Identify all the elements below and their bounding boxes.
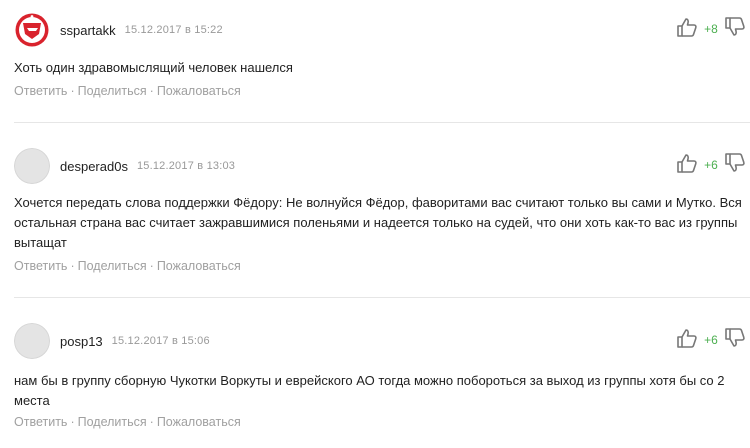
separator: ·	[149, 84, 154, 98]
report-link[interactable]: Пожаловаться	[157, 415, 241, 429]
comments-list: sspartakk 15.12.2017 в 15:22 +8 Хоть оди…	[0, 0, 750, 448]
comment-actions: Ответить · Поделиться · Пожаловаться	[14, 415, 241, 429]
username[interactable]: desperad0s	[60, 159, 128, 174]
share-link[interactable]: Поделиться	[78, 259, 147, 273]
default-avatar-icon[interactable]	[14, 323, 50, 359]
share-link[interactable]: Поделиться	[78, 415, 147, 429]
separator: ·	[70, 84, 75, 98]
spartak-logo-icon[interactable]	[14, 12, 50, 48]
report-link[interactable]: Пожаловаться	[157, 259, 241, 273]
vote-score: +6	[704, 158, 718, 172]
comment-date: 15.12.2017 в 15:22	[124, 24, 223, 36]
vote-controls: +6	[676, 152, 746, 178]
separator: ·	[70, 415, 75, 429]
comment-actions: Ответить · Поделиться · Пожаловаться	[14, 84, 241, 98]
thumbs-down-icon[interactable]	[724, 152, 746, 179]
comment-header: sspartakk 15.12.2017 в 15:22	[14, 12, 223, 48]
vote-controls: +6	[676, 327, 746, 353]
thumbs-down-icon[interactable]	[724, 16, 746, 43]
separator: ·	[149, 259, 154, 273]
username[interactable]: sspartakk	[60, 23, 116, 38]
comment-header: posp13 15.12.2017 в 15:06	[14, 323, 210, 359]
thumbs-down-icon[interactable]	[724, 327, 746, 354]
comment-date: 15.12.2017 в 15:06	[111, 335, 210, 347]
comment-actions: Ответить · Поделиться · Пожаловаться	[14, 259, 241, 273]
thumbs-up-icon[interactable]	[676, 16, 698, 43]
vote-score: +8	[704, 22, 718, 36]
separator: ·	[70, 259, 75, 273]
comment-header: desperad0s 15.12.2017 в 13:03	[14, 148, 235, 184]
comment-text: Хоть один здравомыслящий человек нашелся	[14, 60, 293, 75]
vote-score: +6	[704, 333, 718, 347]
username[interactable]: posp13	[60, 334, 103, 349]
vote-controls: +8	[676, 16, 746, 42]
report-link[interactable]: Пожаловаться	[157, 84, 241, 98]
comment-text: нам бы в группу сборную Чукотки Воркуты …	[14, 373, 725, 408]
share-link[interactable]: Поделиться	[78, 84, 147, 98]
separator: ·	[149, 415, 154, 429]
default-avatar-icon[interactable]	[14, 148, 50, 184]
reply-link[interactable]: Ответить	[14, 84, 67, 98]
reply-link[interactable]: Ответить	[14, 259, 67, 273]
comment-text: Хочется передать слова поддержки Фёдору:…	[14, 195, 742, 250]
reply-link[interactable]: Ответить	[14, 415, 67, 429]
thumbs-up-icon[interactable]	[676, 152, 698, 179]
thumbs-up-icon[interactable]	[676, 327, 698, 354]
comment-date: 15.12.2017 в 13:03	[136, 160, 236, 172]
divider	[14, 297, 750, 298]
divider	[14, 122, 750, 123]
